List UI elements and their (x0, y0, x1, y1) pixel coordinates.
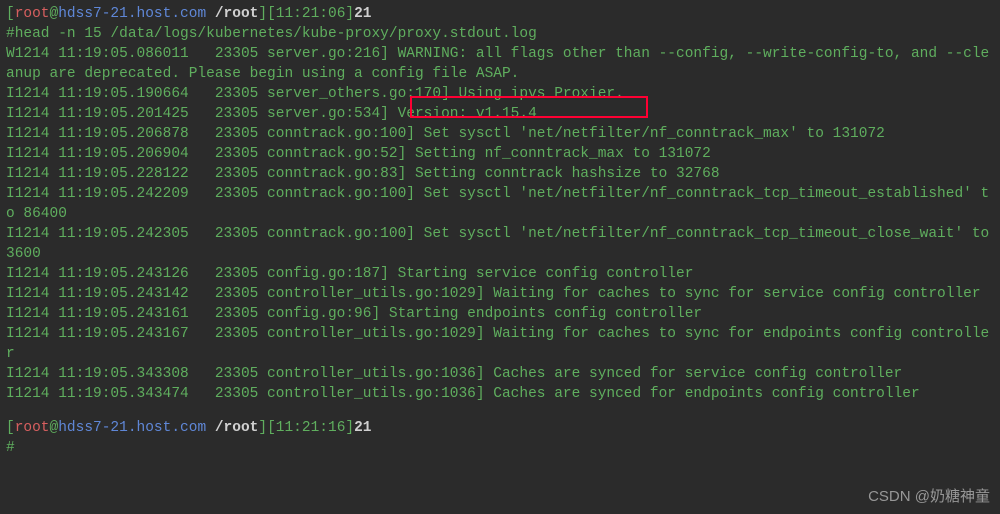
command-line: #head -n 15 /data/logs/kubernetes/kube-p… (6, 24, 994, 44)
prompt-time: 11:21:16 (276, 420, 346, 436)
prompt-host: hdss7-21.host.com (58, 420, 206, 436)
prompt-user: root (15, 420, 50, 436)
prompt-time: 11:21:06 (276, 6, 346, 22)
prompt-line-2: [root@hdss7-21.host.com /root][11:21:16]… (6, 418, 994, 438)
cursor-line[interactable]: # (6, 438, 994, 458)
prompt-hist: 21 (354, 6, 371, 22)
prompt-hist: 21 (354, 420, 371, 436)
prompt-cwd: /root (215, 6, 259, 22)
watermark: CSDN @奶糖神童 (868, 487, 990, 508)
prompt-cwd: /root (215, 420, 259, 436)
prompt-line-1: [root@hdss7-21.host.com /root][11:21:06]… (6, 4, 994, 24)
log-output: W1214 11:19:05.086011 23305 server.go:21… (6, 44, 994, 404)
terminal-output[interactable]: [root@hdss7-21.host.com /root][11:21:06]… (6, 4, 994, 458)
prompt-host: hdss7-21.host.com (58, 6, 206, 22)
prompt-user: root (15, 6, 50, 22)
